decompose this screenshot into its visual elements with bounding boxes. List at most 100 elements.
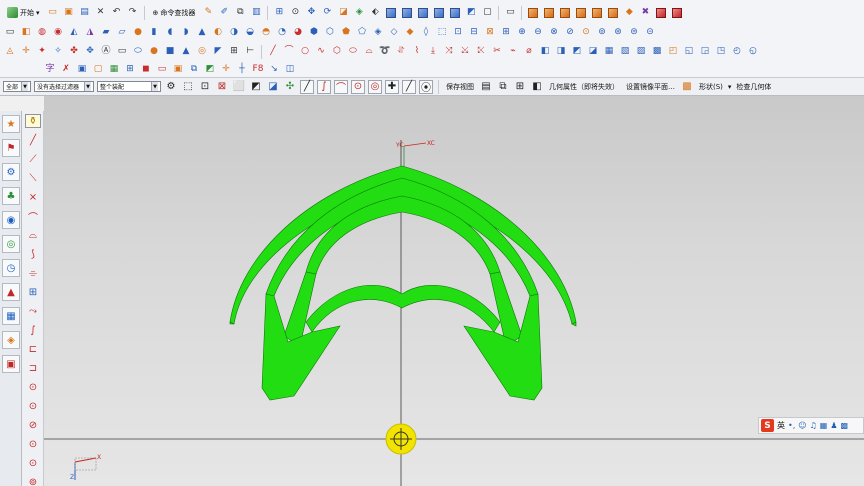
assembly-scope-select[interactable]: 整个装配 ▼ [97, 81, 161, 92]
sketch-square-icon[interactable]: ◼ [139, 63, 153, 77]
cube-primitive-icon[interactable]: ■ [163, 45, 177, 59]
surface-extend-icon[interactable]: ▨ [634, 45, 648, 59]
save-icon[interactable]: ▤ [78, 6, 92, 20]
orient-icon[interactable]: ⬖ [368, 6, 382, 20]
f8-view-icon[interactable]: F8 [251, 63, 265, 77]
skin-icon[interactable]: ♟ [830, 421, 837, 430]
sketch-box-icon[interactable]: ▢ [91, 63, 105, 77]
surface-draft-icon[interactable]: ◵ [746, 45, 760, 59]
sketch-cross-icon[interactable]: ┼ [235, 63, 249, 77]
shade-icon[interactable]: ◈ [352, 6, 366, 20]
tube-icon[interactable]: ◖ [163, 26, 177, 40]
edit-icon[interactable]: ✐ [217, 6, 231, 20]
revolve-icon[interactable]: ◍ [35, 26, 49, 40]
extension-icon[interactable]: ⊕ [515, 26, 529, 40]
bridge-curve-icon[interactable]: ⌇ [410, 45, 424, 59]
background-icon[interactable]: ▭ [503, 6, 517, 20]
cylinder-icon[interactable] [544, 7, 555, 18]
surface-ruled-icon[interactable]: ▧ [618, 45, 632, 59]
make-corner-icon[interactable]: ⊙ [25, 399, 41, 413]
start-menu-button[interactable]: 开始 ▾ [3, 5, 44, 20]
circle-snap-button[interactable]: ⊙ [351, 79, 365, 94]
intersection-tool-icon[interactable]: ⊚ [25, 475, 41, 486]
arc-snap-button[interactable]: ⌒ [334, 79, 348, 94]
point-icon[interactable]: ✦ [35, 45, 49, 59]
point-snap-button[interactable]: ✚ [385, 79, 399, 94]
sew-icon[interactable]: ⬠ [355, 26, 369, 40]
pattern-tool-icon[interactable]: ⊙ [25, 437, 41, 451]
swoop-icon[interactable]: ⊜ [627, 26, 641, 40]
conic-icon[interactable]: ⌓ [362, 45, 376, 59]
ime-language-label[interactable]: 英 [777, 420, 785, 431]
fillet-tool-icon[interactable]: ⌒ [25, 209, 41, 224]
dimension-icon[interactable]: ⊢ [243, 45, 257, 59]
tangent-snap-button[interactable]: ╱ [402, 79, 416, 94]
circle-tool-icon[interactable]: ⨯ [25, 190, 41, 204]
spline-icon[interactable]: ∿ [314, 45, 328, 59]
assembly-navigator-icon[interactable]: ⚑ [2, 139, 20, 157]
view-iso-icon[interactable] [386, 7, 397, 18]
box-icon[interactable] [528, 7, 539, 18]
grid-icon[interactable]: ⊞ [227, 45, 241, 59]
sphere-primitive-icon[interactable]: ● [147, 45, 161, 59]
snap-icon[interactable]: ⊡ [198, 80, 212, 94]
surface-blend-icon[interactable]: ◨ [554, 45, 568, 59]
sweep-icon[interactable]: ◗ [179, 26, 193, 40]
mirror-feature-icon[interactable]: ⬡ [323, 26, 337, 40]
conic-tool-icon[interactable]: ⊏ [25, 342, 41, 356]
view-back-icon[interactable]: ◩ [464, 6, 478, 20]
shell-icon[interactable]: ◒ [243, 26, 257, 40]
thread-icon[interactable]: ▲ [195, 26, 209, 40]
cylinder-primitive-icon[interactable]: ⬭ [131, 45, 145, 59]
part-navigator-icon[interactable]: ♣ [2, 187, 20, 205]
shape-menu-button[interactable]: 形状(S) [697, 82, 725, 92]
view-left-icon[interactable] [450, 7, 461, 18]
frame-icon[interactable]: ▣ [75, 63, 89, 77]
hole-icon[interactable]: ◉ [51, 26, 65, 40]
styled-blend-icon[interactable]: ⊚ [595, 26, 609, 40]
subtract-icon[interactable]: ◆ [622, 6, 636, 20]
open-folder-icon[interactable]: ▣ [62, 6, 76, 20]
cone-icon[interactable] [560, 7, 571, 18]
boss-icon[interactable]: ◭ [67, 26, 81, 40]
face-icon[interactable]: ◇ [387, 26, 401, 40]
project-curve-icon[interactable]: ⤓ [426, 45, 440, 59]
view-layout-icon[interactable]: ▤ [479, 80, 493, 94]
reuse-library-icon[interactable]: ◉ [2, 211, 20, 229]
hd3d-tools-icon[interactable]: ◎ [2, 235, 20, 253]
bounded-plane-icon[interactable]: ⊠ [483, 26, 497, 40]
spline-tool-icon[interactable]: ⤳ [25, 304, 41, 318]
surface-sew-icon[interactable]: ◲ [698, 45, 712, 59]
line-tool-icon[interactable]: ⟋ [25, 152, 41, 166]
history-icon[interactable]: ◷ [2, 259, 20, 277]
sketch-iso-icon[interactable]: ◫ [283, 63, 297, 77]
offset-face-icon[interactable]: ◔ [275, 26, 289, 40]
cone-primitive-icon[interactable]: ▲ [179, 45, 193, 59]
view-cube-icon[interactable]: ◩ [249, 80, 263, 94]
view-front-icon[interactable] [402, 7, 413, 18]
datum-csys-icon[interactable]: ✧ [51, 45, 65, 59]
pan-icon[interactable]: ✥ [304, 6, 318, 20]
surface-offset-icon[interactable]: ▩ [650, 45, 664, 59]
crosshair-target[interactable] [385, 423, 417, 455]
text-icon[interactable]: Ⓐ [99, 45, 113, 59]
sketch-icon[interactable]: ✎ [201, 6, 215, 20]
render-style-icon[interactable]: ◪ [336, 6, 350, 20]
circle-icon[interactable]: ○ [298, 45, 312, 59]
layer-icon[interactable]: ⧉ [233, 6, 247, 20]
extract-curve-icon[interactable]: ⤪ [474, 45, 488, 59]
pattern-icon[interactable]: ⬢ [307, 26, 321, 40]
mesh-icon[interactable]: ⊡ [451, 26, 465, 40]
feature-icon[interactable]: ⚱ [25, 114, 41, 128]
snap-red-icon[interactable]: ⊠ [215, 80, 229, 94]
ruled-icon[interactable]: ◊ [419, 26, 433, 40]
sketch-frame-icon[interactable]: ▣ [171, 63, 185, 77]
chevron-down-icon[interactable]: ▾ [728, 83, 732, 91]
view-top-icon[interactable] [418, 7, 429, 18]
bridge-icon[interactable]: ⊛ [611, 26, 625, 40]
draft-icon[interactable]: ◓ [259, 26, 273, 40]
new-sheet-icon[interactable]: ▭ [3, 26, 17, 40]
extract-icon[interactable]: ⬟ [339, 26, 353, 40]
surface-sweep-icon[interactable]: ◩ [570, 45, 584, 59]
command-finder-button[interactable]: ⊕ 命令查找器 [149, 5, 200, 20]
